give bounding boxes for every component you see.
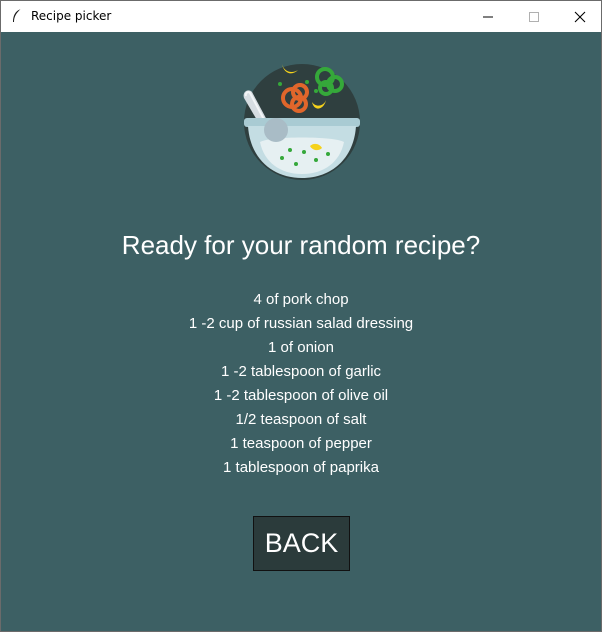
ingredient-item: 1 of onion [268, 339, 334, 356]
ingredient-item: 1 teaspoon of pepper [230, 435, 372, 452]
ingredient-item: 1 tablespoon of paprika [223, 459, 379, 476]
ingredient-item: 1 -2 tablespoon of olive oil [213, 387, 389, 404]
minimize-icon [483, 16, 493, 17]
ingredient-item: 1/2 teaspoon of salt [235, 411, 367, 428]
maximize-icon [529, 11, 539, 22]
ingredient-item: 1 -2 cup of russian salad dressing [188, 315, 414, 332]
app-window: Recipe picker Ready for your random reci… [0, 0, 602, 632]
window-title: Recipe picker [31, 9, 112, 23]
title-bar[interactable]: Recipe picker [1, 1, 601, 32]
ingredient-list: 4 of pork chop 1 -2 cup of russian salad… [1, 288, 601, 480]
feather-icon [10, 8, 24, 24]
maximize-button[interactable] [511, 1, 557, 32]
salad-bowl-icon [243, 64, 360, 180]
ingredient-item: 4 of pork chop [253, 291, 349, 308]
back-button[interactable]: BACK [253, 516, 350, 571]
minimize-button[interactable] [465, 1, 511, 32]
main-content: Ready for your random recipe? 4 of pork … [1, 32, 601, 631]
close-icon [574, 11, 586, 22]
page-title: Ready for your random recipe? [121, 230, 481, 260]
ingredient-item: 1 -2 tablespoon of garlic [220, 363, 382, 380]
close-button[interactable] [557, 1, 602, 32]
